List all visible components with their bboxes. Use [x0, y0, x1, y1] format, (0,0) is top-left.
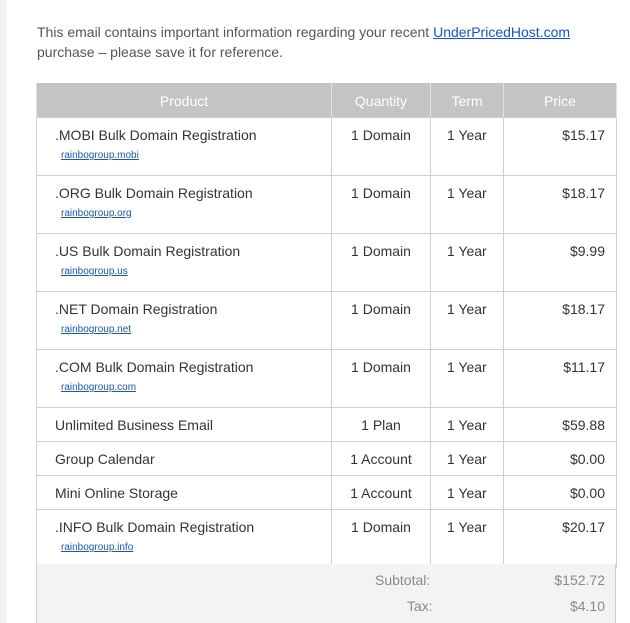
intro-paragraph: This email contains important informatio…: [37, 22, 607, 62]
table-row: .NET Domain Registration rainbogroup.net 1…: [36, 291, 617, 350]
product-name: .NET Domain Registration: [55, 301, 218, 317]
quantity-cell: 1 Domain: [331, 349, 431, 408]
quantity-cell: 1 Plan: [331, 407, 431, 442]
quantity-cell: 1 Domain: [331, 175, 431, 234]
product-cell: Mini Online Storage: [36, 475, 332, 510]
tax-value: $4.10: [569, 598, 605, 614]
product-name: Mini Online Storage: [55, 485, 178, 501]
quantity-cell: 1 Domain: [331, 117, 431, 176]
term-cell: 1 Year: [430, 233, 504, 292]
product-name: Unlimited Business Email: [55, 417, 213, 433]
table-row: Unlimited Business Email 1 Plan 1 Year $59.…: [36, 407, 617, 442]
quantity-cell: 1 Domain: [331, 291, 431, 350]
product-name: Group Calendar: [55, 451, 155, 467]
product-name: .US Bulk Domain Registration: [55, 243, 241, 259]
order-table: Product Quantity Term Price .MOBI Bulk D…: [36, 83, 617, 568]
price-cell: $0.00: [503, 441, 617, 476]
header-term: Term: [430, 83, 504, 118]
product-cell: .MOBI Bulk Domain Registration rainbogrou…: [36, 117, 332, 176]
store-link[interactable]: UnderPricedHost.com: [433, 24, 570, 40]
product-cell: .US Bulk Domain Registration rainbogroup.…: [36, 233, 332, 292]
price-cell: $11.17: [503, 349, 617, 408]
term-cell: 1 Year: [430, 291, 504, 350]
domain-link[interactable]: rainbogroup.mobi: [61, 150, 139, 161]
quantity-cell: 1 Account: [331, 441, 431, 476]
table-row: .ORG Bulk Domain Registration rainbogroup…: [36, 175, 617, 234]
product-name: .ORG Bulk Domain Registration: [55, 185, 253, 201]
table-row: Group Calendar 1 Account 1 Year $0.00: [36, 441, 617, 476]
product-cell: Unlimited Business Email: [36, 407, 332, 442]
table-row: .US Bulk Domain Registration rainbogroup.…: [36, 233, 617, 292]
domain-link[interactable]: rainbogroup.us: [61, 266, 128, 277]
header-quantity: Quantity: [331, 83, 431, 118]
domain-link[interactable]: rainbogroup.net: [61, 324, 131, 335]
product-cell: .COM Bulk Domain Registration rainbogroup…: [36, 349, 332, 408]
order-summary: Subtotal: $152.72 Tax: $4.10: [36, 564, 616, 623]
quantity-cell: 1 Domain: [331, 509, 431, 568]
term-cell: 1 Year: [430, 509, 504, 568]
table-row: .INFO Bulk Domain Registration rainbogrou…: [36, 509, 617, 568]
header-price: Price: [503, 83, 617, 118]
term-cell: 1 Year: [430, 407, 504, 442]
table-row: Mini Online Storage 1 Account 1 Year $0.00: [36, 475, 617, 510]
price-cell: $59.88: [503, 407, 617, 442]
product-cell: .INFO Bulk Domain Registration rainbogrou…: [36, 509, 332, 568]
left-shade: [0, 0, 7, 623]
intro-text-before: This email contains important informatio…: [37, 24, 434, 40]
table-header-row: Product Quantity Term Price: [36, 83, 617, 118]
term-cell: 1 Year: [430, 441, 504, 476]
table-row: .MOBI Bulk Domain Registration rainbogrou…: [36, 117, 617, 176]
term-cell: 1 Year: [430, 349, 504, 408]
price-cell: $18.17: [503, 291, 617, 350]
product-name: .COM Bulk Domain Registration: [55, 359, 254, 375]
email-page: This email contains important informatio…: [0, 0, 630, 623]
domain-link[interactable]: rainbogroup.info: [61, 542, 133, 553]
price-cell: $20.17: [503, 509, 617, 568]
quantity-cell: 1 Account: [331, 475, 431, 510]
subtotal-value: $152.72: [554, 572, 605, 588]
price-cell: $0.00: [503, 475, 617, 510]
price-cell: $18.17: [503, 175, 617, 234]
quantity-cell: 1 Domain: [331, 233, 431, 292]
domain-link[interactable]: rainbogroup.com: [61, 382, 136, 393]
product-cell: Group Calendar: [36, 441, 332, 476]
tax-label: Tax:: [407, 598, 433, 614]
price-cell: $15.17: [503, 117, 617, 176]
price-cell: $9.99: [503, 233, 617, 292]
subtotal-label: Subtotal:: [375, 572, 431, 588]
intro-text-after: purchase – please save it for reference.: [37, 44, 283, 60]
term-cell: 1 Year: [430, 117, 504, 176]
table-row: .COM Bulk Domain Registration rainbogroup…: [36, 349, 617, 408]
product-name: .MOBI Bulk Domain Registration: [55, 127, 257, 143]
header-product: Product: [36, 83, 332, 118]
term-cell: 1 Year: [430, 175, 504, 234]
product-cell: .NET Domain Registration rainbogroup.net: [36, 291, 332, 350]
term-cell: 1 Year: [430, 475, 504, 510]
domain-link[interactable]: rainbogroup.org: [61, 208, 132, 219]
product-name: .INFO Bulk Domain Registration: [55, 519, 255, 535]
product-cell: .ORG Bulk Domain Registration rainbogroup…: [36, 175, 332, 234]
